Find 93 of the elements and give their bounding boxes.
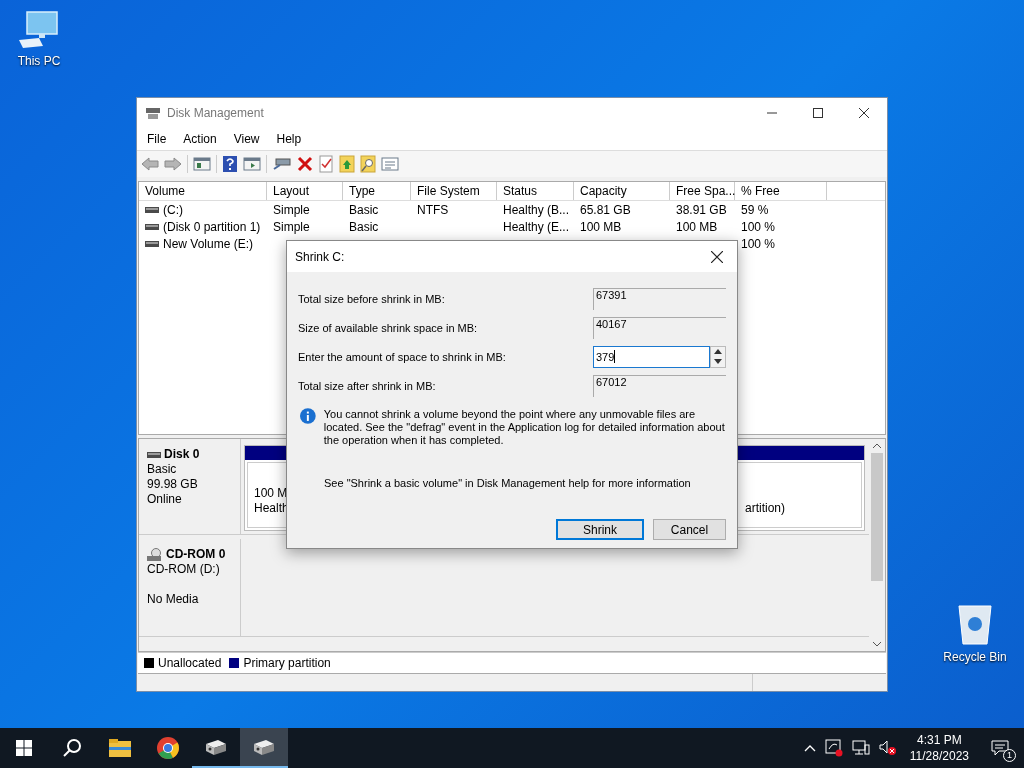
partition-text: artition) (745, 501, 786, 516)
dialog-title: Shrink C: (295, 249, 345, 264)
spin-buttons[interactable] (710, 345, 726, 368)
table-cell: 100 % (741, 219, 776, 234)
pane-view-icon[interactable] (243, 156, 261, 172)
monitor-icon[interactable] (851, 740, 870, 756)
disk-drive-icon (145, 105, 161, 120)
drive-label[interactable]: (Disk 0 partition 1) (163, 219, 261, 234)
table-cell: 100 MB (676, 219, 718, 234)
readonly-field: 67391 (593, 287, 726, 310)
folder-search-icon[interactable] (360, 155, 376, 173)
drive-label[interactable]: (C:) (163, 202, 183, 217)
table-cell: Healthy (E... (503, 219, 570, 234)
table-cell: Healthy (B... (503, 202, 570, 217)
field-label: Size of available shrink space in MB: (298, 321, 479, 334)
column-header[interactable]: Volume (139, 182, 267, 200)
desktop-icon-label[interactable]: Recycle Bin (943, 650, 1007, 664)
disk-status: No Media (147, 592, 200, 607)
partition-text: 100 M (254, 486, 289, 501)
folder-icon[interactable] (109, 739, 131, 757)
legend-label: Unallocated (158, 656, 222, 670)
menu-item[interactable]: File (141, 131, 173, 146)
chevron-up-icon[interactable] (803, 744, 816, 752)
shrink-button[interactable]: Shrink (556, 519, 644, 540)
notification-icon[interactable] (991, 740, 1009, 756)
forward-arrow-icon[interactable] (164, 156, 182, 172)
clock-time: 4:31 PM (917, 732, 962, 748)
field-label: Enter the amount of space to shrink in MB: (298, 350, 507, 363)
maximize-icon (813, 107, 823, 118)
console-tree-icon[interactable] (193, 156, 211, 172)
help-icon[interactable] (222, 155, 238, 173)
disk-type: CD-ROM (D:) (147, 562, 221, 577)
readonly-field: 67012 (593, 374, 726, 397)
field-label: Total size before shrink in MB: (298, 292, 446, 305)
check-document-icon[interactable] (318, 155, 334, 173)
close-icon (711, 250, 723, 263)
column-header[interactable]: Status (497, 182, 574, 200)
disk-drive-icon[interactable] (204, 738, 228, 756)
disk-name: Disk 0 (164, 447, 200, 462)
column-header[interactable]: File System (411, 182, 497, 200)
table-cell: 65.81 GB (580, 202, 631, 217)
legend-label: Primary partition (243, 656, 331, 670)
help-text: See "Shrink a basic volume" in Disk Management help for more information (323, 477, 692, 489)
browser-icon[interactable] (157, 737, 179, 759)
menu-item[interactable]: Action (177, 131, 223, 146)
volume-icon (145, 206, 159, 213)
start-icon[interactable] (16, 740, 32, 756)
table-cell: 100 MB (580, 219, 622, 234)
table-cell: Basic (349, 219, 379, 234)
search-icon[interactable] (62, 738, 82, 758)
volume-icon (145, 240, 159, 247)
info-icon (300, 408, 316, 424)
menu-item[interactable]: View (227, 131, 266, 146)
notification-count: 1 (1003, 749, 1016, 762)
table-cell: Simple (273, 219, 310, 234)
column-header[interactable]: % Free (735, 182, 827, 200)
table-cell: 100 % (741, 236, 776, 251)
computer-icon[interactable] (17, 10, 61, 50)
network-error-icon[interactable] (824, 739, 843, 757)
column-header[interactable]: Type (343, 182, 411, 200)
field-label: Total size after shrink in MB: (298, 379, 437, 392)
table-cell: NTFS (417, 202, 449, 217)
column-header[interactable]: Layout (267, 182, 343, 200)
window-title: Disk Management (167, 105, 264, 120)
disk-drive-icon (147, 450, 161, 459)
drive-connect-icon[interactable] (272, 156, 292, 172)
table-cell: 38.91 GB (676, 202, 727, 217)
desktop-icon-label[interactable]: This PC (17, 54, 61, 68)
table-cell: Simple (273, 202, 310, 217)
table-cell: Basic (349, 202, 379, 217)
volume-muted-icon[interactable] (878, 740, 897, 756)
table-cell: 59 % (741, 202, 769, 217)
readonly-field: 40167 (593, 316, 726, 339)
back-arrow-icon[interactable] (141, 156, 159, 172)
close-icon (859, 107, 869, 118)
cd-drive-icon (147, 547, 163, 562)
drive-label[interactable]: New Volume (E:) (163, 236, 254, 251)
disk-drive-icon[interactable] (252, 738, 276, 756)
column-header[interactable]: Capacity (574, 182, 670, 200)
info-text: You cannot shrink a volume beyond the point where any unmovable files are located. See the "defrag" event in the Application log for detailed information about the operation when it has completed. (323, 408, 726, 447)
volume-icon (145, 223, 159, 230)
cancel-button[interactable]: Cancel (653, 519, 726, 540)
disk-status: Online (147, 492, 183, 507)
disk-name: CD-ROM 0 (166, 547, 226, 562)
column-header[interactable]: Free Spa... (670, 182, 735, 200)
clock-date: 11/28/2023 (909, 748, 969, 764)
disk-size: 99.98 GB (147, 477, 199, 492)
recycle-bin-icon[interactable] (955, 602, 995, 646)
menu-item[interactable]: Help (270, 131, 308, 146)
clock[interactable]: 4:31 PM 11/28/2023 (905, 732, 973, 764)
delete-icon[interactable] (297, 156, 313, 172)
input-field[interactable]: 379 (593, 345, 710, 368)
disk-type: Basic (147, 462, 178, 477)
